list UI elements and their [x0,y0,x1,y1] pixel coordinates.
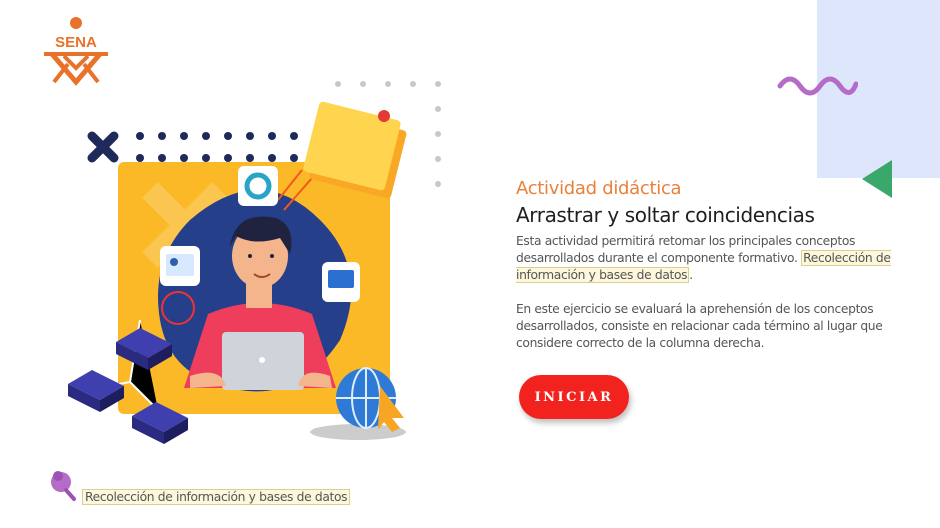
sena-logo-text: SENA [55,34,97,51]
start-button[interactable]: INICIAR [519,375,629,419]
pin-icon [51,471,76,501]
component-footer-label: Recolección de información y bases de da… [82,489,351,505]
x-mark-icon [87,131,119,163]
activity-description: Actividad didáctica Arrastrar y soltar c… [516,178,896,352]
chart-app-icon [238,166,278,206]
activity-title: Arrastrar y soltar coincidencias [516,203,815,227]
wave-decoration-icon [777,76,858,96]
person-laptop-illustration [68,81,441,444]
document-app-icon [322,262,360,302]
activity-paragraph-2: En este ejercicio se evaluará la aprehen… [516,302,883,350]
paragraph-1-period: . [689,268,693,282]
dot-grid-navy [136,132,298,162]
profile-app-icon [160,246,200,286]
globe-cursor-icon [336,367,404,432]
activity-kicker: Actividad didáctica [516,178,682,199]
activity-paragraph-1: Esta actividad permitirá retomar los pri… [516,233,896,284]
